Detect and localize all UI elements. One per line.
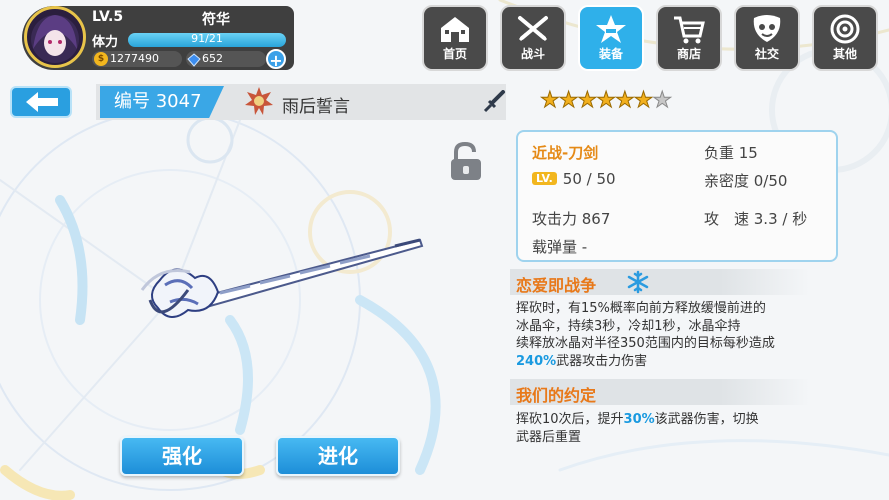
social-mask-icon [753,15,781,42]
weapon-rank-emblem-icon [244,86,274,120]
weapon-number: 编号 3047 [100,86,224,118]
weapon-attack: 攻击力 867 [532,210,611,228]
weapon-artwork [140,230,430,344]
star-icon: ★ [540,88,561,114]
skill-1-description: 挥砍时，有15%概率向前方释放缓慢前进的 冰晶伞，持续3秒，冷却1秒，冰晶伞持 … [516,300,775,370]
evolve-button[interactable]: 进化 [276,436,400,476]
weapon-ammo: 载弹量 - [532,238,588,256]
skill-2-line-1: 挥砍10次后，提升30%该武器伤害，切换 [516,411,759,429]
coin-count: 1277490 [110,52,159,65]
nav-social[interactable]: 社交 [734,5,800,71]
gem-count: 652 [202,52,223,65]
add-currency-button[interactable]: + [266,49,286,70]
weapon-weight: 负重 15 [704,144,758,162]
nav-other-label: 其他 [832,47,857,61]
sword-type-icon [482,90,506,118]
skill-2-line-1-b: 该武器伤害，切换 [654,412,759,427]
coin-icon: $ [94,52,108,66]
skill-2-description: 挥砍10次后，提升30%该武器伤害，切换 武器后重置 [516,411,759,446]
nav-shop[interactable]: 商店 [656,5,722,71]
weapon-name: 雨后誓言 [282,97,350,117]
nav-equipment[interactable]: 装备 [578,5,644,71]
skill-2-title: 我们的约定 [516,386,597,405]
gem-icon [187,52,201,71]
level-badge: LV. [532,172,557,185]
player-name: 符华 [202,12,230,28]
nav-social-label: 社交 [754,47,779,61]
nav-equipment-label: 装备 [598,47,623,61]
home-icon [441,17,469,42]
stamina-value: 91/21 [191,32,223,45]
weapon-category: 近战-刀剑 [532,144,599,162]
skill-2-line-1-a: 挥砍10次后，提升 [516,412,624,427]
other-target-icon [830,14,860,44]
skill-1-title: 恋爱即战争 [516,276,597,295]
star-icon: ★ [596,88,617,114]
player-level: LV.5 [92,9,124,25]
back-button[interactable] [10,86,72,118]
skill-1-line-1: 挥砍时，有15%概率向前方释放缓慢前进的 [516,301,766,316]
skill-1-line-2: 冰晶伞，持续3秒，冷却1秒，冰晶伞持 [516,318,741,334]
player-avatar[interactable] [24,6,86,68]
shop-basket-icon [674,16,705,44]
weapon-intimacy: 亲密度 0/50 [704,172,788,190]
battle-swords-icon [518,16,548,42]
star-icon: ★ [558,88,579,114]
weapon-level-value: 50 / 50 [562,170,616,188]
skill-2-line-2: 武器后重置 [516,429,582,445]
rarity-stars: ★★★★★★★ [540,88,673,114]
stamina-label: 体力 [92,35,119,50]
skill-1-line-4-rest: 武器攻击力伤害 [556,353,648,369]
star-icon: ★ [633,88,654,114]
equipment-star-icon [596,15,626,43]
back-arrow-icon [26,92,58,112]
lock-toggle[interactable] [448,141,484,186]
skill-1-damage-percent: 240% [516,353,557,369]
nav-home[interactable]: 首页 [422,5,488,71]
nav-other[interactable]: 其他 [812,5,878,71]
snowflake-icon [626,270,650,298]
enhance-button[interactable]: 强化 [120,436,244,476]
skill-2-damage-percent: 30% [623,412,655,427]
star-empty-icon: ★ [652,88,673,114]
nav-shop-label: 商店 [676,47,701,61]
weapon-attack-speed: 攻 速 3.3 / 秒 [704,210,808,228]
unlocked-padlock-icon [451,141,481,180]
nav-battle[interactable]: 战斗 [500,5,566,71]
star-icon: ★ [614,88,635,114]
weapon-level: LV. 50 / 50 [532,170,616,188]
star-icon: ★ [577,88,598,114]
nav-home-label: 首页 [442,47,467,61]
skill-1-line-4: 240%武器攻击力伤害 [516,353,775,371]
skill-1-line-3: 续释放冰晶对半径350范围内的目标每秒造成 [516,336,775,351]
nav-battle-label: 战斗 [520,47,545,61]
